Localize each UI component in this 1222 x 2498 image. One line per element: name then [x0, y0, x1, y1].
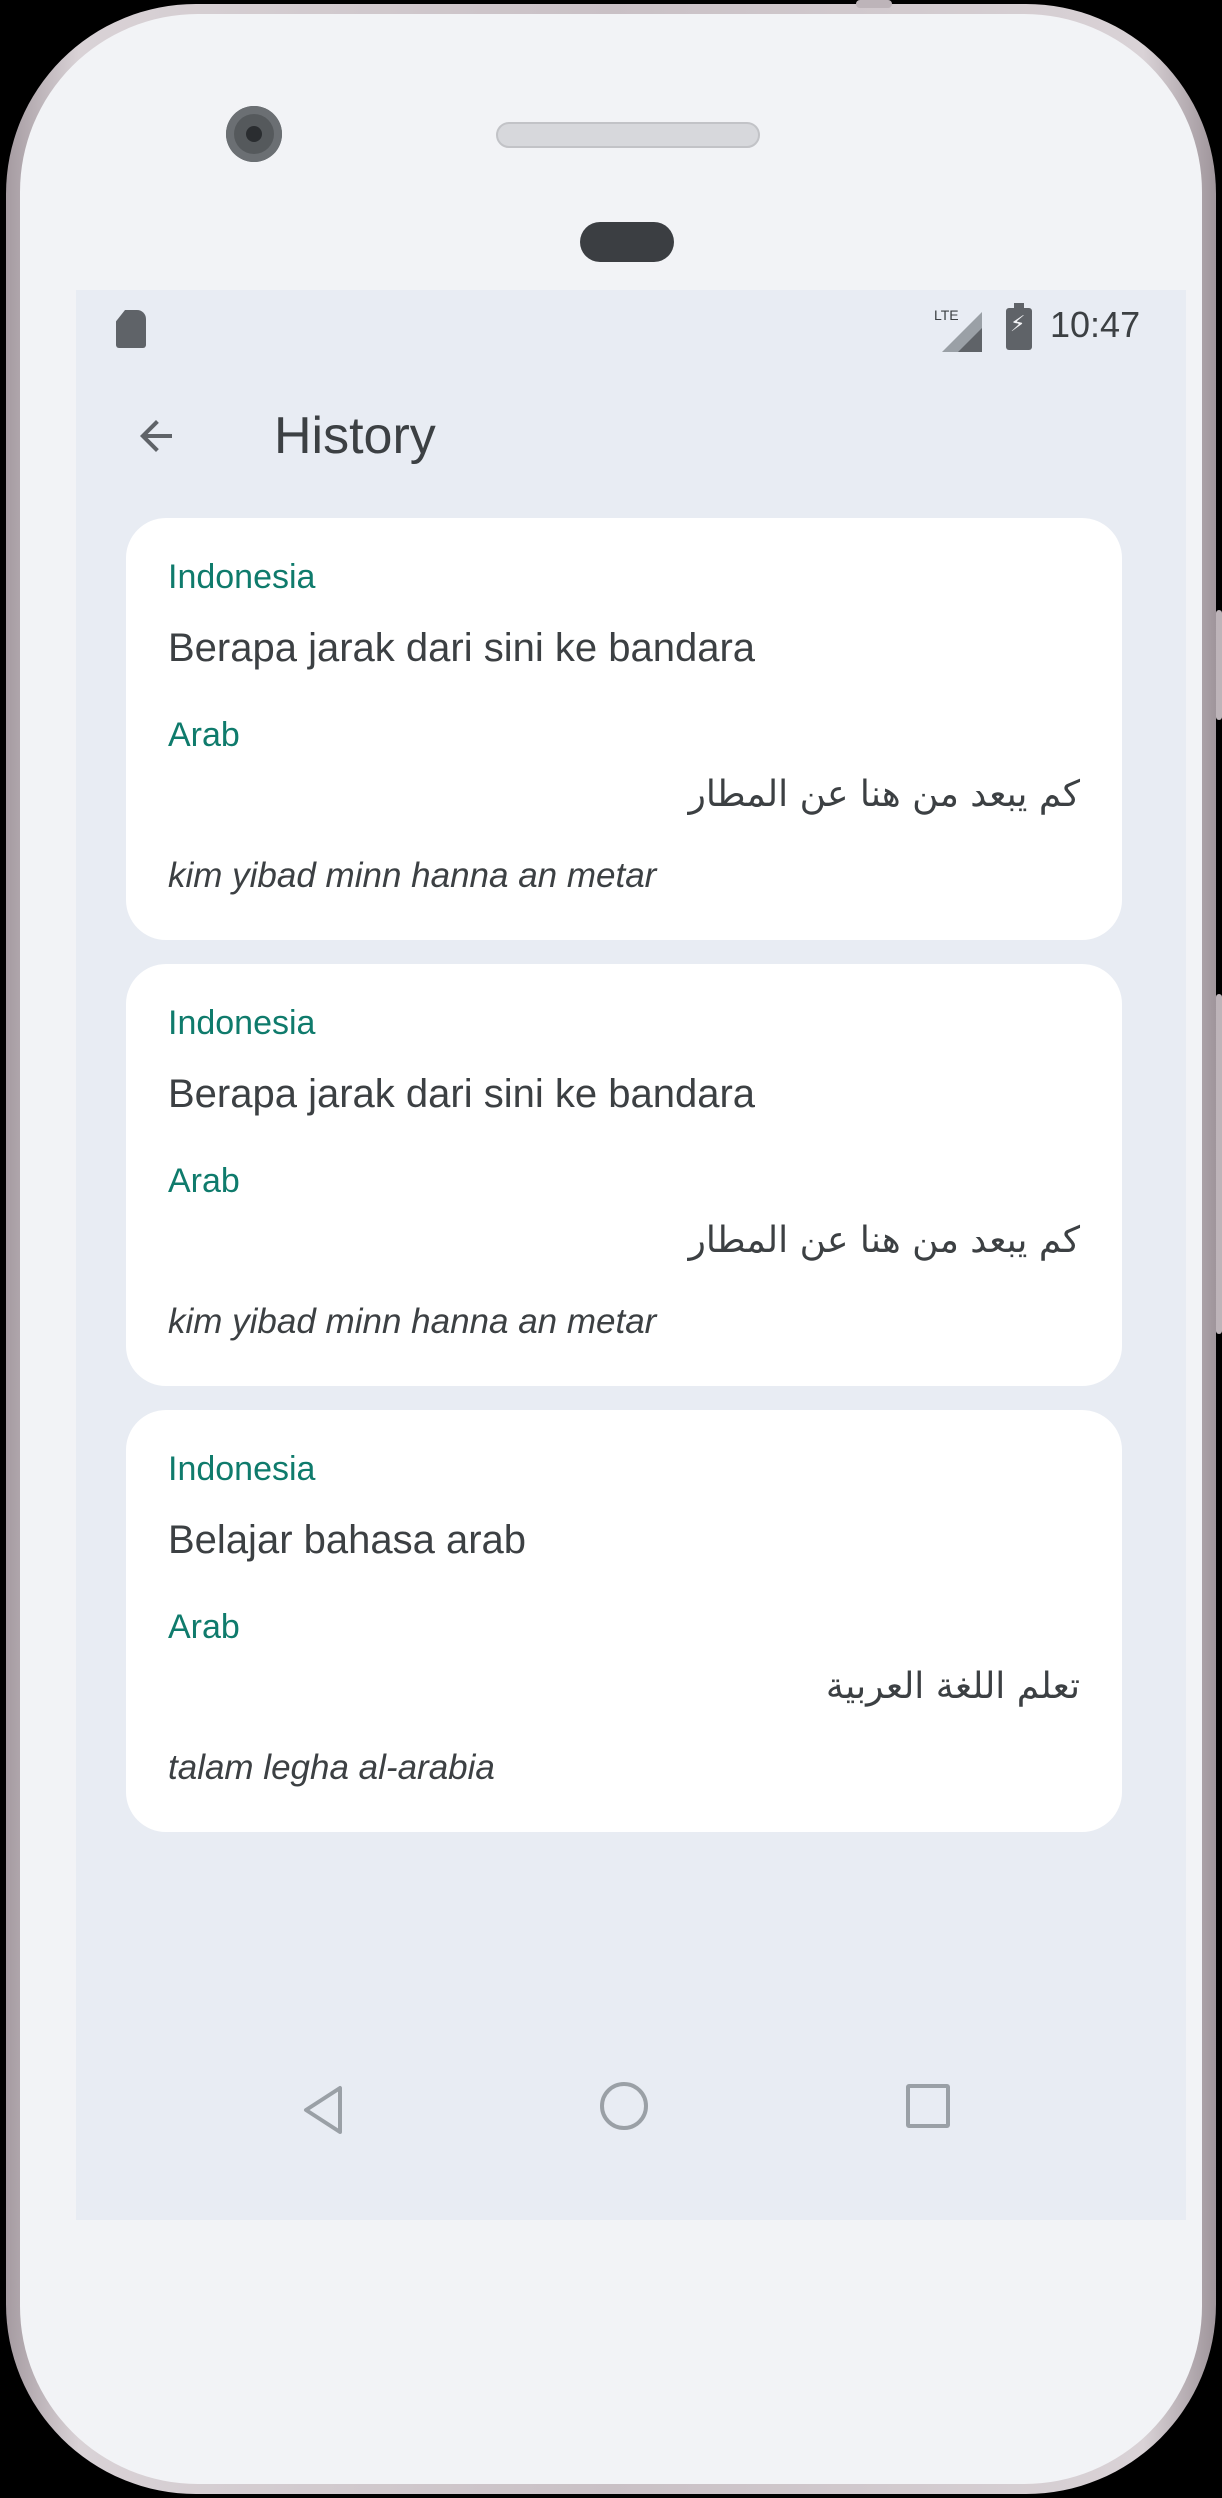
front-camera [226, 106, 282, 162]
proximity-sensor [580, 222, 674, 262]
volume-button [1216, 994, 1222, 1334]
status-bar: LTE 10:47 [76, 290, 1186, 370]
source-language-label: Indonesia [168, 1450, 316, 1488]
lte-signal-icon: LTE [934, 307, 982, 352]
source-language-label: Indonesia [168, 558, 316, 596]
earpiece-speaker [496, 122, 760, 148]
status-time: 10:47 [1050, 304, 1141, 345]
transliteration: talam legha al-arabia [168, 1748, 495, 1787]
nav-recents-icon[interactable] [906, 2084, 950, 2128]
sd-card-icon [116, 310, 146, 348]
source-text: Berapa jarak dari sini ke bandara [168, 626, 756, 670]
target-language-label: Arab [168, 716, 240, 754]
source-text: Berapa jarak dari sini ke bandara [168, 1072, 756, 1116]
transliteration: kim yibad minn hanna an metar [168, 856, 657, 895]
lte-label: LTE [934, 307, 959, 323]
back-button[interactable] [126, 406, 186, 466]
arabic-translation: كم يبعد من هنا عن المطار [688, 1220, 1080, 1261]
screen: LTE 10:47 History Indonesia Berapa jarak… [76, 290, 1186, 2220]
page-title: History [274, 407, 436, 465]
power-button [1216, 610, 1222, 720]
nav-home-icon[interactable] [600, 2082, 648, 2130]
app-bar: History [76, 370, 1186, 510]
history-card[interactable]: Indonesia Berapa jarak dari sini ke band… [126, 964, 1122, 1386]
nav-back-icon[interactable] [296, 2080, 356, 2140]
target-language-label: Arab [168, 1162, 240, 1200]
navigation-bar [76, 2050, 1186, 2170]
source-language-label: Indonesia [168, 1004, 316, 1042]
transliteration: kim yibad minn hanna an metar [168, 1302, 657, 1341]
arrow-left-icon [140, 420, 172, 452]
history-list: Indonesia Berapa jarak dari sini ke band… [126, 518, 1122, 1856]
history-card[interactable]: Indonesia Belajar bahasa arab Arab تعلم … [126, 1410, 1122, 1832]
target-language-label: Arab [168, 1608, 240, 1646]
top-button [856, 0, 892, 8]
arabic-translation: تعلم اللغة العربية [825, 1666, 1080, 1707]
arabic-translation: كم يبعد من هنا عن المطار [688, 774, 1080, 815]
history-card[interactable]: Indonesia Berapa jarak dari sini ke band… [126, 518, 1122, 940]
phone-face: LTE 10:47 History Indonesia Berapa jarak… [20, 14, 1202, 2484]
source-text: Belajar bahasa arab [168, 1518, 527, 1562]
phone-frame: LTE 10:47 History Indonesia Berapa jarak… [6, 0, 1222, 2494]
battery-charging-icon [1006, 303, 1032, 350]
